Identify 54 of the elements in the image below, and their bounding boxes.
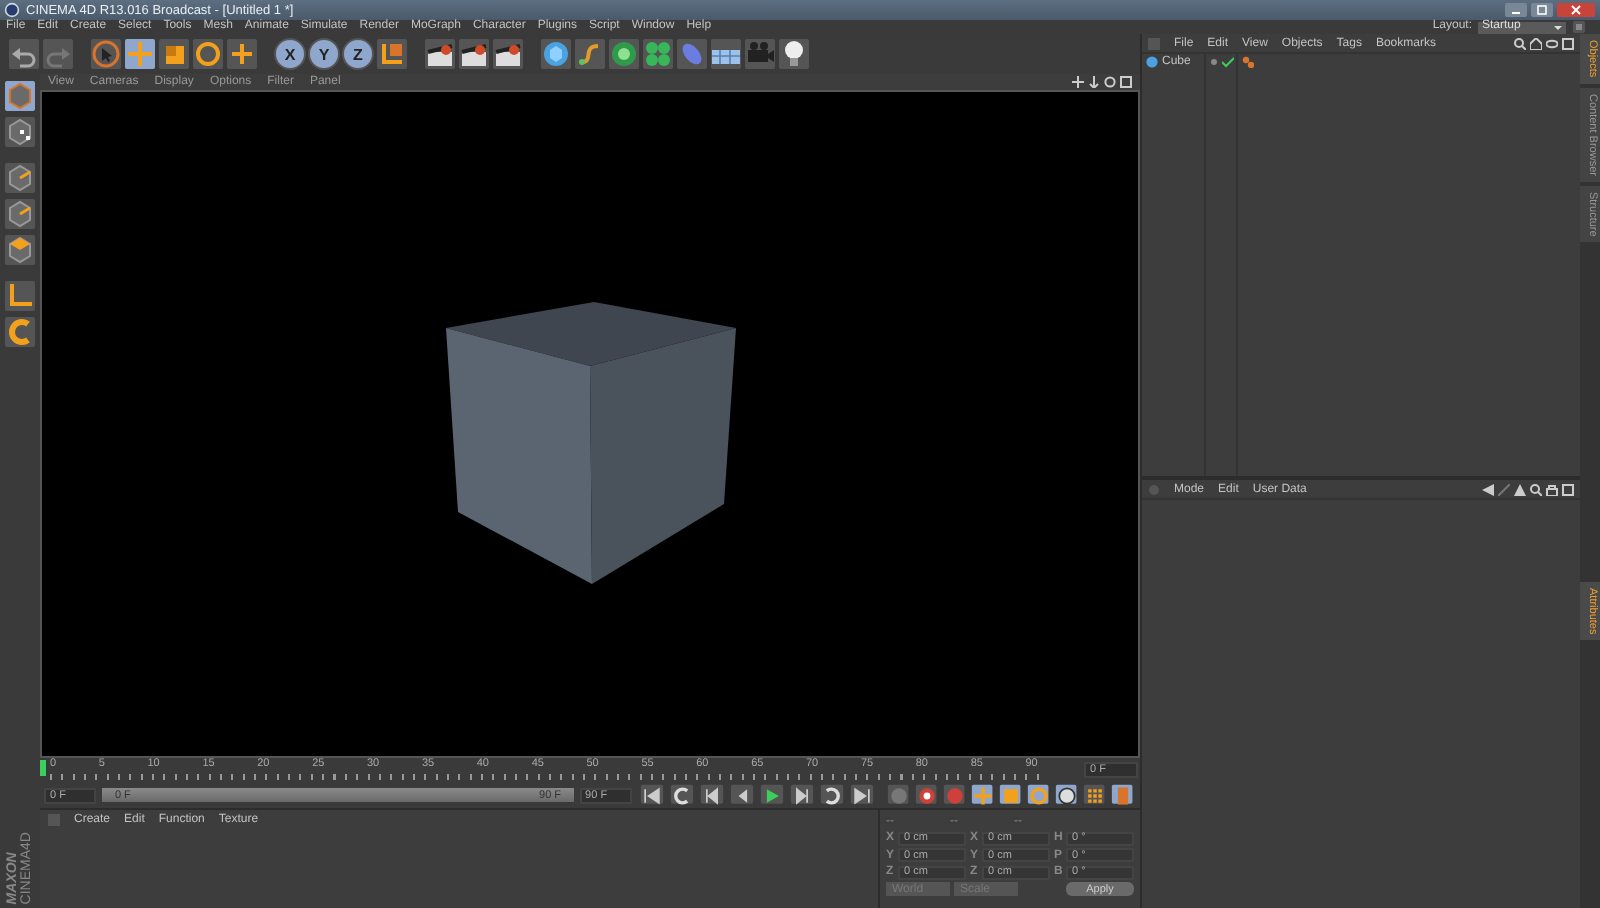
scale-icon[interactable] <box>997 783 1024 807</box>
search-icon[interactable] <box>1530 483 1542 495</box>
selection-icon[interactable] <box>90 38 122 70</box>
axis-button[interactable]: Y <box>308 38 340 70</box>
grip-icon <box>1148 37 1160 49</box>
render-icon[interactable] <box>458 38 490 70</box>
loop-icon[interactable] <box>667 783 696 807</box>
viewport[interactable] <box>40 90 1140 758</box>
previous-key-icon[interactable] <box>697 783 726 807</box>
rotate-icon[interactable] <box>1025 783 1052 807</box>
lock-icon[interactable] <box>1546 483 1558 495</box>
panel-icon[interactable] <box>1562 483 1574 495</box>
points-icon[interactable] <box>4 116 36 148</box>
grip-icon <box>48 814 60 826</box>
panel-icon[interactable] <box>1120 76 1132 88</box>
move-icon[interactable] <box>1072 76 1084 88</box>
render-icon[interactable] <box>424 38 456 70</box>
move-icon[interactable] <box>124 38 156 70</box>
minimize-icon[interactable] <box>1504 2 1528 18</box>
grid-icon[interactable] <box>1081 783 1108 807</box>
play-icon[interactable] <box>757 783 786 807</box>
maximize-icon[interactable] <box>1530 2 1554 18</box>
undo-icon[interactable] <box>8 38 40 70</box>
redo-icon[interactable] <box>42 38 74 70</box>
home-icon[interactable] <box>1530 37 1542 49</box>
tag-icon[interactable] <box>1242 56 1254 68</box>
previous-frame-icon[interactable] <box>727 783 756 807</box>
record-icon[interactable] <box>913 783 940 807</box>
caret-icon[interactable] <box>1554 25 1562 29</box>
search-icon[interactable] <box>1514 37 1526 49</box>
rotate-icon[interactable] <box>192 38 224 70</box>
app-icon <box>4 2 20 18</box>
floor-icon[interactable] <box>710 38 742 70</box>
rotate-icon[interactable] <box>1104 76 1116 88</box>
jump-end-icon[interactable] <box>847 783 876 807</box>
check-icon[interactable] <box>1222 56 1234 68</box>
layer-dot-icon[interactable] <box>1210 58 1218 66</box>
grip-icon <box>1148 483 1160 495</box>
array-icon[interactable] <box>642 38 674 70</box>
axis-icon[interactable] <box>376 38 408 70</box>
move-icon[interactable] <box>969 783 996 807</box>
close-icon[interactable] <box>1556 2 1596 18</box>
render-icon[interactable] <box>492 38 524 70</box>
axis-button[interactable]: X <box>274 38 306 70</box>
next-key-icon[interactable] <box>787 783 816 807</box>
scale-icon[interactable] <box>158 38 190 70</box>
axis-button[interactable]: Z <box>342 38 374 70</box>
axis-icon[interactable] <box>4 280 36 312</box>
jump-start-icon[interactable] <box>637 783 666 807</box>
move-icon[interactable] <box>226 38 258 70</box>
light-icon[interactable] <box>778 38 810 70</box>
magnet-icon[interactable] <box>4 316 36 348</box>
spline-icon[interactable] <box>574 38 606 70</box>
loop-icon[interactable] <box>817 783 846 807</box>
